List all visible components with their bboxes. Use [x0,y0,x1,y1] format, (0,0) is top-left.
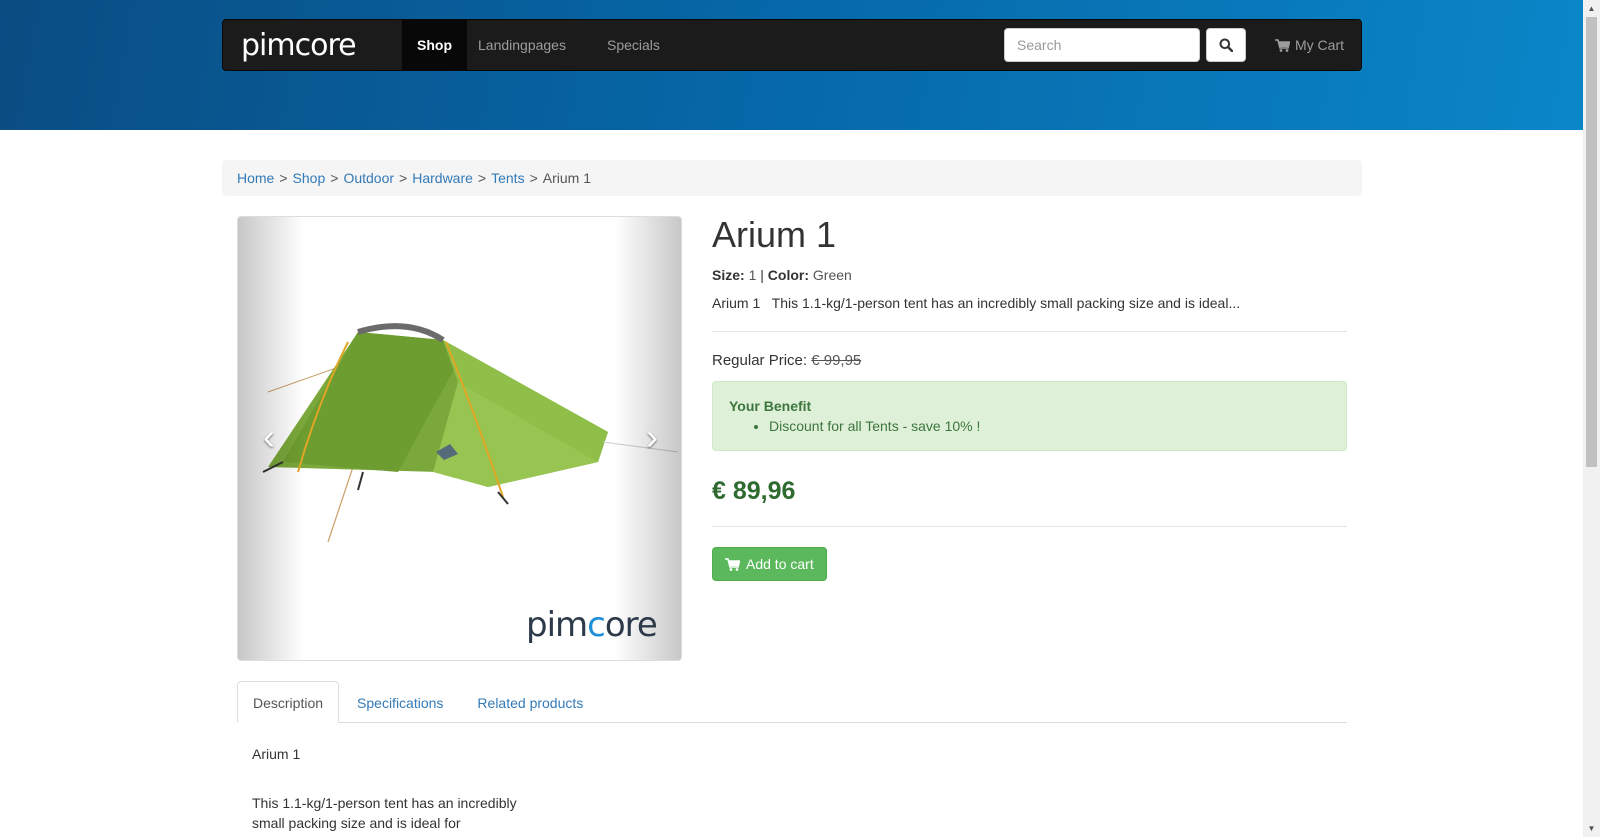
pimcore-logo[interactable]: pimcore [241,26,357,64]
product-price: € 89,96 [712,477,796,505]
breadcrumb-outdoor[interactable]: Outdoor [343,170,394,186]
product-tabs: Description Specifications Related produ… [237,681,1347,723]
add-to-cart-button[interactable]: Add to cart [712,547,827,581]
product-attributes: Size: 1 | Color: Green [712,267,852,283]
tab-specifications[interactable]: Specifications [341,681,459,723]
divider [712,526,1347,527]
breadcrumb-shop[interactable]: Shop [293,170,326,186]
breadcrumb-tents[interactable]: Tents [491,170,524,186]
short-description: Arium 1 This 1.1-kg/1-person tent has an… [712,295,1241,311]
regular-price-label: Regular Price: [712,352,808,369]
size-label: Size: [712,267,745,283]
breadcrumb: Home > Shop > Outdoor > Hardware > Tents > Ar… [222,160,1362,196]
benefit-item: Discount for all Tents - save 10% ! [769,418,1331,434]
nav-landingpages[interactable]: Landingpages [463,20,581,70]
top-navbar: pimcore Shop Landingpages Specials My Ca… [222,19,1362,71]
breadcrumb-current: Arium 1 [542,170,591,186]
benefit-title: Your Benefit [729,398,812,414]
color-label: Color: [767,267,810,283]
product-title: Arium 1 [712,214,837,255]
regular-price-value: € 99,95 [811,352,862,369]
size-value: 1 [748,267,757,283]
cart-icon [725,557,740,571]
my-cart-link[interactable]: My Cart [1271,20,1348,70]
search-icon [1219,38,1233,52]
tab-related-products[interactable]: Related products [461,681,599,723]
add-to-cart-label: Add to cart [746,556,814,572]
page-scrollbar[interactable]: ▲ ▼ [1583,0,1600,837]
product-detail: Arium 1 Size: 1 | Color: Green Arium 1 T… [712,213,1347,581]
product-image-carousel[interactable]: ‹ › pimcore [237,216,682,661]
description-title: Arium 1 [252,746,301,762]
breadcrumb-hardware[interactable]: Hardware [412,170,473,186]
scroll-up-arrow[interactable]: ▲ [1583,0,1600,17]
cart-label: My Cart [1295,37,1344,53]
scroll-down-arrow[interactable]: ▼ [1583,820,1600,837]
chevron-left-icon[interactable]: ‹ [254,417,284,457]
scroll-thumb[interactable] [1586,17,1597,467]
nav-specials[interactable]: Specials [592,20,675,70]
search-input[interactable] [1004,28,1200,62]
description-text: This 1.1-kg/1-person tent has an incredi… [252,795,517,831]
regular-price: Regular Price: € 99,95 [712,352,1347,369]
pimcore-watermark: pimcore [526,605,658,645]
cart-icon [1275,38,1290,52]
search-button[interactable] [1206,28,1246,62]
tab-description[interactable]: Description [237,681,340,723]
description-panel: Arium 1 This 1.1-kg/1-person tent has an… [252,744,542,833]
divider [712,331,1347,332]
breadcrumb-home[interactable]: Home [237,170,274,186]
color-value: Green [812,267,852,283]
chevron-right-icon[interactable]: › [637,417,667,457]
brand-text: pimcore [241,27,357,63]
benefit-box: Your Benefit Discount for all Tents - sa… [712,381,1347,451]
nav-shop[interactable]: Shop [402,20,467,70]
